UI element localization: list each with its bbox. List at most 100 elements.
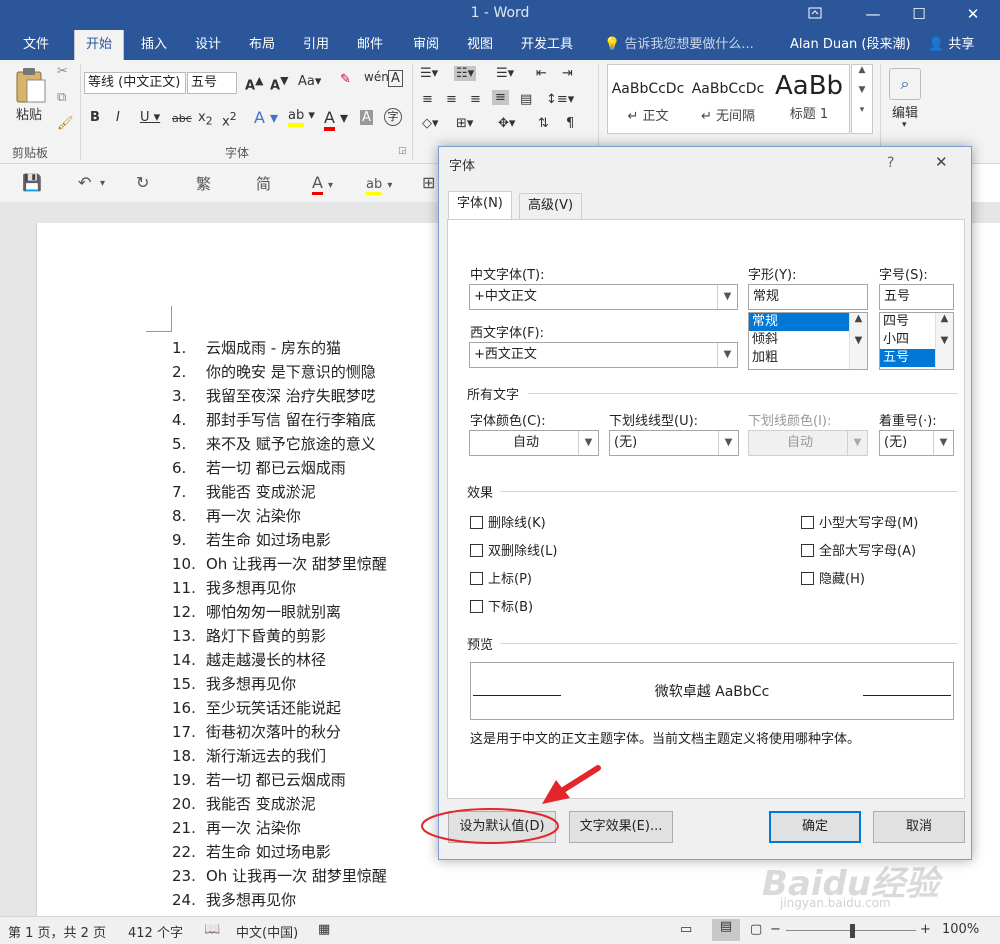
paste-label[interactable]: 粘贴 bbox=[16, 104, 42, 123]
qat-font-color-icon[interactable]: A ▾ bbox=[312, 173, 333, 195]
cn-font-select[interactable]: +中文正文 ▼ bbox=[469, 284, 738, 310]
increase-indent-icon[interactable]: ⇥ bbox=[562, 66, 573, 81]
list-item[interactable]: 17. 街巷初次落叶的秋分 bbox=[172, 720, 442, 744]
list-item[interactable]: 2. 你的晚安 是下意识的恻隐 bbox=[172, 360, 442, 384]
word-count[interactable]: 412 个字 bbox=[128, 922, 183, 941]
font-style-option[interactable]: 常规 bbox=[749, 313, 849, 331]
emphasis-mark-select[interactable]: (无) ▼ bbox=[879, 430, 954, 456]
user-account[interactable]: Alan Duan (段来潮) bbox=[790, 30, 911, 60]
borders-icon[interactable]: ⊞▾ bbox=[456, 116, 473, 131]
font-size-option[interactable]: 五号 bbox=[880, 349, 935, 367]
ok-button[interactable]: 确定 bbox=[769, 811, 861, 843]
west-font-select[interactable]: +西文正文 ▼ bbox=[469, 342, 738, 368]
tab-advanced[interactable]: 高级(V) bbox=[519, 193, 583, 219]
distribute-icon[interactable]: ▤ bbox=[520, 92, 532, 107]
ribbon-display-icon[interactable] bbox=[792, 0, 838, 30]
font-dialog-launcher-icon[interactable]: ◲ bbox=[398, 146, 407, 156]
language-status[interactable]: 中文(中国) bbox=[236, 922, 298, 941]
cut-icon[interactable]: ✂ bbox=[57, 64, 68, 79]
highlight-icon[interactable]: ab ▾ bbox=[288, 108, 315, 127]
minimize-icon[interactable]: — bbox=[850, 0, 896, 30]
list-item[interactable]: 24. 我多想再见你 bbox=[172, 888, 442, 912]
style-no-spacing[interactable]: AaBbCcDc ↵ 无间隔 bbox=[688, 65, 768, 133]
font-name-combo[interactable]: 等线 (中文正文) bbox=[84, 72, 186, 94]
double-strikethrough-checkbox[interactable]: 双删除线(L) bbox=[470, 540, 557, 559]
style-normal[interactable]: AaBbCcDc ↵ 正文 bbox=[608, 65, 688, 133]
tell-me-box[interactable]: 💡 告诉我您想要做什么... bbox=[604, 30, 754, 60]
zoom-level[interactable]: 100% bbox=[942, 922, 979, 937]
superscript-icon[interactable]: x2 bbox=[222, 110, 237, 129]
page-count[interactable]: 第 1 页，共 2 页 bbox=[8, 922, 106, 941]
list-item[interactable]: 23. Oh 让我再一次 甜梦里惊醒 bbox=[172, 864, 442, 888]
list-item[interactable]: 5. 来不及 赋予它旅途的意义 bbox=[172, 432, 442, 456]
web-layout-icon[interactable]: ▢ bbox=[750, 922, 762, 937]
tab-layout[interactable]: 布局 bbox=[238, 30, 286, 60]
paste-icon[interactable] bbox=[14, 66, 48, 104]
zoom-slider-thumb[interactable] bbox=[850, 924, 855, 938]
format-painter-icon[interactable]: 🖌 bbox=[57, 116, 74, 131]
all-caps-checkbox[interactable]: 全部大写字母(A) bbox=[801, 540, 916, 559]
list-item[interactable]: 9. 若生命 如过场电影 bbox=[172, 528, 442, 552]
tab-mailings[interactable]: 邮件 bbox=[346, 30, 394, 60]
font-size-scrollbar[interactable]: ▲ ▼ bbox=[935, 313, 953, 369]
list-item[interactable]: 15. 我多想再见你 bbox=[172, 672, 442, 696]
shrink-font-icon[interactable]: A▼ bbox=[270, 74, 288, 93]
phonetic-guide-icon[interactable]: wén bbox=[364, 70, 389, 84]
grow-font-icon[interactable]: A▲ bbox=[245, 74, 263, 93]
underline-icon[interactable]: U ▾ bbox=[140, 110, 160, 125]
decrease-indent-icon[interactable]: ⇤ bbox=[536, 66, 547, 81]
zoom-out-icon[interactable]: − bbox=[770, 922, 781, 937]
styles-scroll[interactable]: ▲ ▼ ▾ bbox=[851, 64, 873, 134]
search-icon[interactable]: ⌕ bbox=[889, 68, 921, 100]
subscript-icon[interactable]: x2 bbox=[198, 110, 213, 128]
qat-highlight-icon[interactable]: ab ▾ bbox=[366, 173, 392, 195]
list-item[interactable]: 10. Oh 让我再一次 甜梦里惊醒 bbox=[172, 552, 442, 576]
macro-icon[interactable]: ▦ bbox=[318, 922, 330, 937]
font-color-select[interactable]: 自动 ▼ bbox=[469, 430, 599, 456]
tab-references[interactable]: 引用 bbox=[292, 30, 340, 60]
subscript-checkbox[interactable]: 下标(B) bbox=[470, 596, 533, 615]
tab-insert[interactable]: 插入 bbox=[130, 30, 178, 60]
list-item[interactable]: 18. 渐行渐远去的我们 bbox=[172, 744, 442, 768]
list-item[interactable]: 16. 至少玩笑话还能说起 bbox=[172, 696, 442, 720]
list-item[interactable]: 20. 我能否 变成淤泥 bbox=[172, 792, 442, 816]
close-icon[interactable]: ✕ bbox=[950, 0, 996, 30]
font-size-combo[interactable]: 五号 bbox=[187, 72, 237, 94]
font-style-input[interactable]: 常规 bbox=[748, 284, 868, 310]
char-border-icon[interactable]: A bbox=[388, 70, 403, 87]
superscript-checkbox[interactable]: 上标(P) bbox=[470, 568, 532, 587]
align-center-icon[interactable]: ≡ bbox=[446, 92, 457, 107]
list-item[interactable]: 13. 路灯下昏黄的剪影 bbox=[172, 624, 442, 648]
lyrics-list[interactable]: 1. 云烟成雨 - 房东的猫 2. 你的晚安 是下意识的恻隐 3. 我留至夜深 治疗失眠梦… bbox=[172, 336, 442, 912]
bullets-icon[interactable]: ☰▾ bbox=[420, 66, 438, 81]
traditional-chinese-button[interactable]: 繁 bbox=[196, 173, 211, 194]
help-icon[interactable]: ? bbox=[887, 155, 894, 171]
underline-color-select[interactable]: 自动 ▼ bbox=[748, 430, 868, 456]
list-item[interactable]: 11. 我多想再见你 bbox=[172, 576, 442, 600]
list-item[interactable]: 19. 若一切 都已云烟成雨 bbox=[172, 768, 442, 792]
font-color-icon[interactable]: A ▾ bbox=[324, 108, 348, 131]
qat-table-icon[interactable]: ⊞ bbox=[422, 173, 435, 192]
underline-style-select[interactable]: (无) ▼ bbox=[609, 430, 739, 456]
font-style-scrollbar[interactable]: ▲ ▼ bbox=[849, 313, 867, 369]
list-item[interactable]: 12. 哪怕匆匆一眼就别离 bbox=[172, 600, 442, 624]
copy-icon[interactable]: ⧉ bbox=[57, 90, 66, 105]
tab-font[interactable]: 字体(N) bbox=[448, 191, 512, 219]
italic-icon[interactable]: I bbox=[116, 110, 120, 125]
shading-icon[interactable]: ◇▾ bbox=[422, 116, 439, 131]
editing-dropdown-icon[interactable]: ▾ bbox=[902, 120, 907, 130]
tab-view[interactable]: 视图 bbox=[456, 30, 504, 60]
strikethrough-icon[interactable]: abc bbox=[172, 112, 192, 125]
share-button[interactable]: 👤 共享 bbox=[920, 30, 1000, 60]
list-item[interactable]: 1. 云烟成雨 - 房东的猫 bbox=[172, 336, 442, 360]
clear-format-icon[interactable]: ✎ bbox=[340, 72, 351, 87]
line-spacing-icon[interactable]: ↕≡▾ bbox=[546, 92, 574, 107]
tab-file[interactable]: 文件 bbox=[12, 30, 60, 60]
editing-label[interactable]: 编辑 bbox=[892, 102, 918, 121]
align-left-icon[interactable]: ≡ bbox=[422, 92, 433, 107]
print-layout-icon[interactable]: ▤ bbox=[712, 919, 740, 941]
dialog-close-icon[interactable]: ✕ bbox=[935, 153, 948, 171]
tab-review[interactable]: 审阅 bbox=[402, 30, 450, 60]
small-caps-checkbox[interactable]: 小型大写字母(M) bbox=[801, 512, 918, 531]
text-effects-icon[interactable]: A ▾ bbox=[254, 108, 278, 127]
